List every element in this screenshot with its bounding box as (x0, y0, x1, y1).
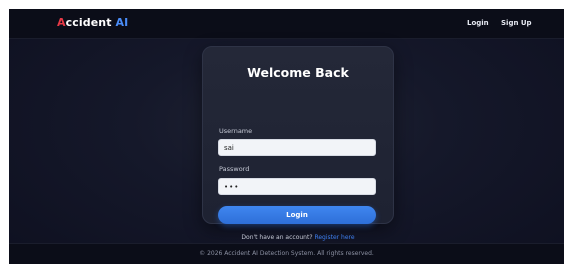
username-input[interactable] (218, 139, 376, 156)
password-label: Password (219, 165, 250, 173)
nav-signup-link[interactable]: Sign Up (501, 19, 532, 27)
navbar: Accident AI Login Sign Up (9, 9, 564, 39)
login-card: Welcome Back Username Password Login Don… (202, 46, 394, 241)
card-title: Welcome Back (247, 65, 349, 80)
app-window: Accident AI Login Sign Up Welcome Back U… (9, 9, 564, 264)
register-link[interactable]: Register here (314, 234, 354, 241)
signup-prompt: Don't have an account? Register here (203, 234, 393, 241)
footer: © 2026 Accident AI Detection System. All… (9, 243, 564, 264)
brand-ai: AI (115, 16, 129, 29)
login-button[interactable]: Login (218, 206, 376, 224)
footer-copyright: © 2026 Accident AI Detection System. All… (199, 250, 374, 257)
signup-prompt-text: Don't have an account? (241, 234, 313, 241)
brand-logo[interactable]: Accident AI (57, 16, 128, 29)
brand-first-letter: A (57, 16, 66, 29)
username-label: Username (219, 127, 253, 135)
password-input[interactable] (218, 178, 376, 195)
brand-name: ccident (65, 16, 116, 29)
nav-login-link[interactable]: Login (467, 19, 489, 27)
